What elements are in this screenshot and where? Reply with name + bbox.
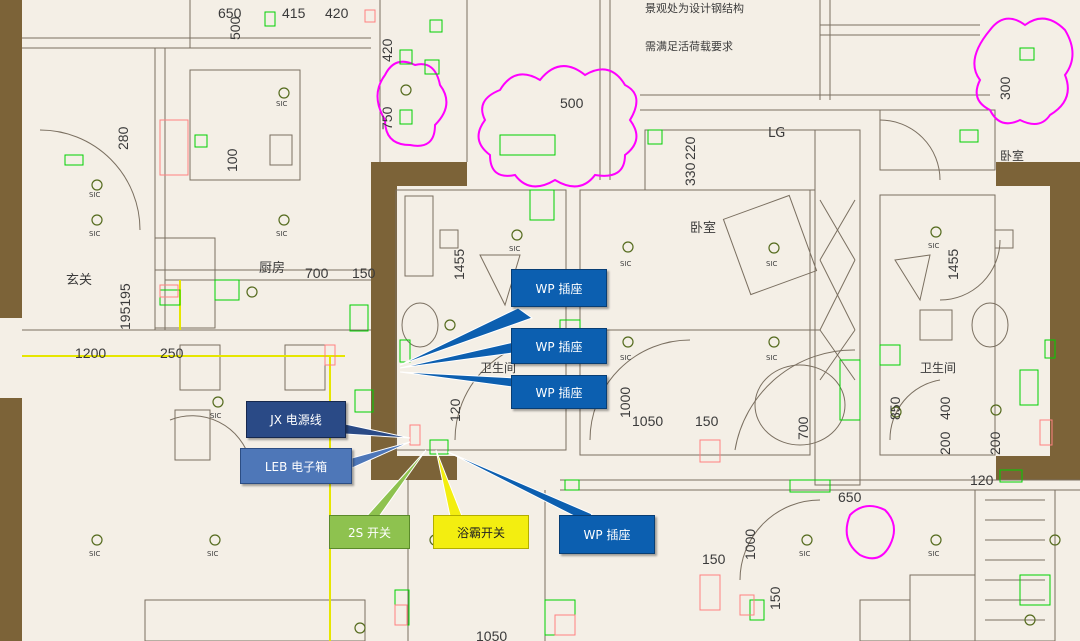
dim: 500 (560, 95, 584, 111)
dim: 400 (937, 396, 953, 420)
fixture-tag: SIC (89, 191, 101, 199)
floor-plan: SIC SIC SIC SIC SIC SIC SIC SIC SIC SIC … (0, 0, 1080, 641)
dim: 420 (325, 5, 349, 21)
dim: 150 (352, 265, 376, 281)
fixture-tag: SIC (509, 245, 521, 253)
room-bedroom: 卧室 (690, 220, 716, 236)
dim: 300 (997, 76, 1013, 100)
fixture-tag: SIC (620, 354, 632, 362)
dim: 120 (970, 472, 994, 488)
dim: 150 (767, 586, 783, 610)
dimensions: 650 415 420 500 300 420 280 750 500 220 … (75, 5, 1013, 641)
fixture-tag: SIC (89, 230, 101, 238)
dim: 120 (447, 398, 463, 422)
dim: 150 (695, 413, 719, 429)
callout-label: LEB 电子箱 (264, 459, 328, 474)
callout-wp-socket: WP 插座 (511, 269, 607, 307)
room-kitchen: 厨房 (259, 260, 285, 276)
dim: 500 (227, 16, 243, 40)
walls (0, 0, 1080, 641)
fixture-tag: SIC (276, 100, 288, 108)
dim: 1455 (945, 249, 961, 280)
callout-leb-box: LEB 电子箱 (240, 448, 352, 484)
lg-label: LG (768, 126, 785, 141)
callout-heater-switch: 浴霸开关 (433, 515, 529, 549)
dim: 330 (682, 162, 698, 186)
dim: 1050 (476, 628, 507, 641)
dim: 850 (887, 396, 903, 420)
dim: 100 (224, 148, 240, 172)
dim: 280 (115, 126, 131, 150)
callout-label: WP 插座 (535, 339, 583, 354)
dim: 200 (937, 431, 953, 455)
dim: 200 (987, 431, 1003, 455)
callout-wp-socket: WP 插座 (511, 328, 607, 364)
dim: 250 (160, 345, 184, 361)
fixture-tag: SIC (89, 550, 101, 558)
callout-label: 浴霸开关 (456, 525, 505, 540)
dim: 1000 (742, 529, 758, 560)
dim: 650 (838, 489, 862, 505)
dim: 700 (305, 265, 329, 281)
callout-label: 2S 开关 (347, 525, 392, 540)
dim: 420 (379, 38, 395, 62)
fixture-tag: SIC (928, 242, 940, 250)
callout-jx-power-line: JX 电源线 (246, 401, 346, 438)
fixture-tag: SIC (620, 260, 632, 268)
dim: 1000 (617, 387, 633, 418)
fixture-tag: SIC (928, 550, 940, 558)
note-line1: 景观处为设计钢结构 (645, 1, 744, 15)
dim: 415 (282, 5, 306, 21)
fixture-tag: SIC (207, 550, 219, 558)
fixture-tag: SIC (766, 260, 778, 268)
floor-plan-drawing: SIC SIC SIC SIC SIC SIC SIC SIC SIC SIC … (0, 0, 1080, 641)
callout-label: WP 插座 (535, 281, 583, 296)
callout-wp-socket: WP 插座 (511, 375, 607, 409)
callout-label: WP 插座 (535, 385, 583, 400)
dim: 195195 (117, 283, 133, 330)
fixture-tag: SIC (799, 550, 811, 558)
dim: 750 (379, 106, 395, 130)
fixture-tag: SIC (210, 412, 222, 420)
room-bath-right: 卫生间 (920, 361, 956, 375)
fixture-tag: SIC (276, 230, 288, 238)
callout-label: JX 电源线 (270, 413, 322, 427)
room-top-right: 卧室 (1000, 148, 1024, 163)
callout-2s-switch: 2S 开关 (329, 515, 410, 549)
note-line2: 需满足活荷载要求 (645, 40, 733, 53)
dim: 220 (682, 136, 698, 160)
dim: 1200 (75, 345, 106, 361)
dim: 700 (795, 416, 811, 440)
notes: 景观处为设计钢结构 需满足活荷载要求 (645, 1, 744, 53)
callout-wp-socket: WP 插座 (559, 515, 655, 554)
callout-label: WP 插座 (583, 528, 631, 542)
dim: 150 (702, 551, 726, 567)
room-foyer: 玄关 (66, 273, 92, 288)
revision-clouds (376, 17, 1074, 560)
dim: 1455 (451, 249, 467, 280)
fixture-tag: SIC (766, 354, 778, 362)
dim: 1050 (632, 413, 663, 429)
